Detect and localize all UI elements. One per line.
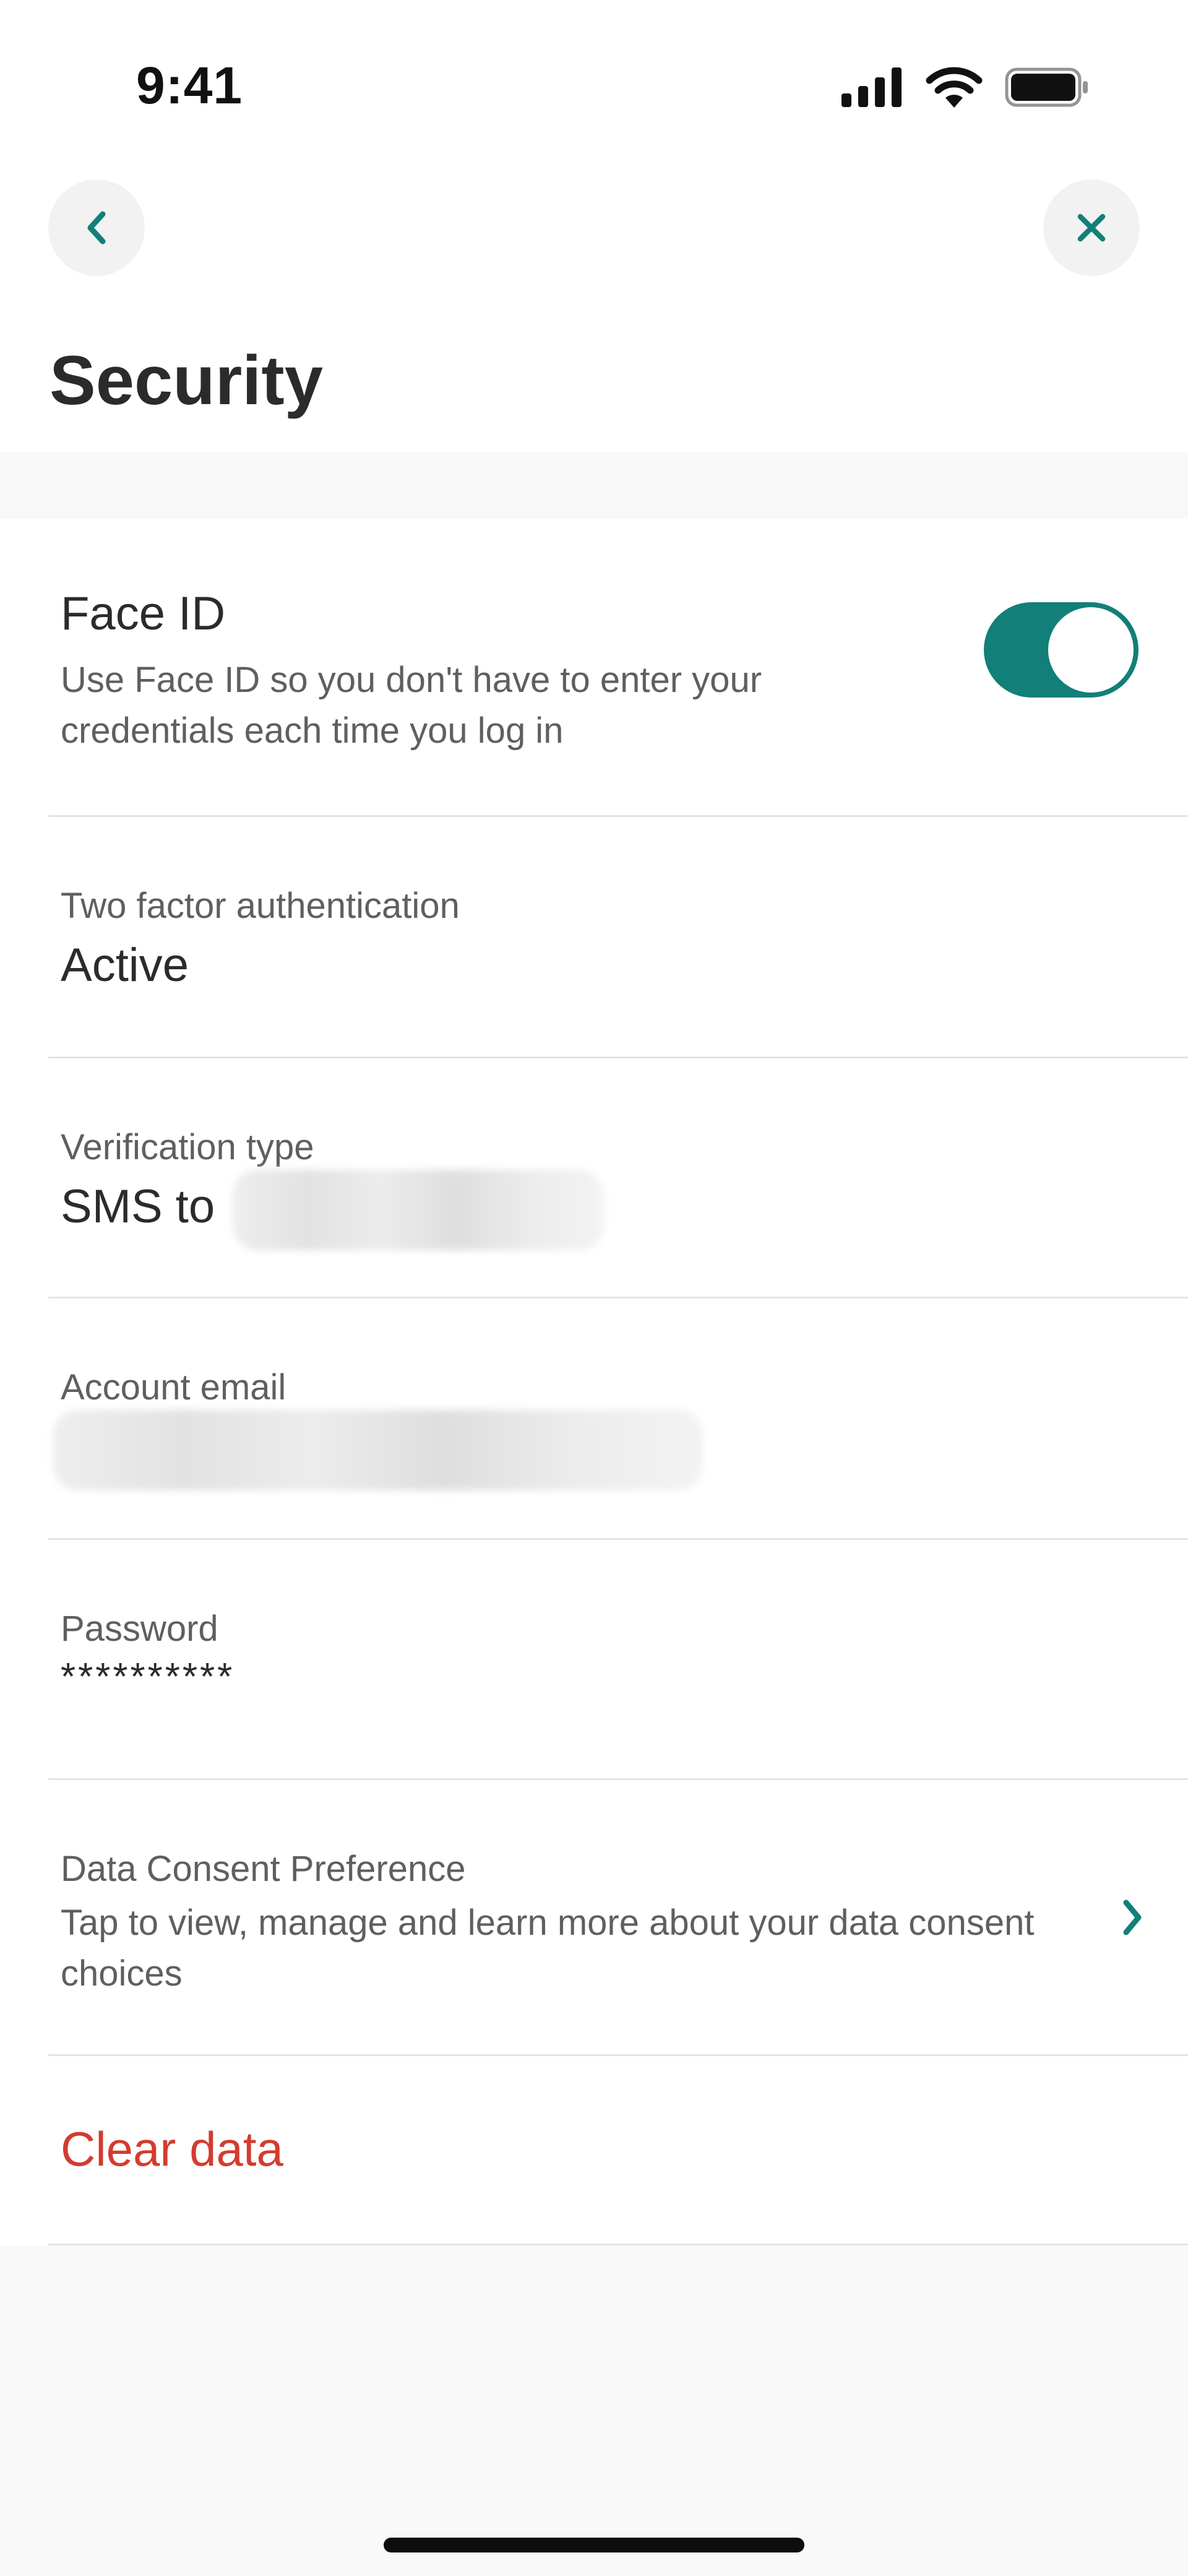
status-time: 9:41 — [136, 56, 243, 115]
face-id-title: Face ID — [61, 587, 226, 640]
password-label: Password — [61, 1609, 218, 1649]
security-screen: 9:41 Security Face ID Use Face ID so you… — [0, 0, 1188, 2576]
two-factor-label: Two factor authentication — [61, 886, 460, 926]
redacted-email — [53, 1410, 703, 1490]
verification-type-row: Verification type SMS to — [48, 1058, 1188, 1299]
status-icons — [842, 67, 1089, 108]
verification-type-label: Verification type — [61, 1127, 314, 1167]
account-email-label: Account email — [61, 1367, 286, 1407]
toggle-knob — [1048, 607, 1134, 693]
redacted-phone-number — [233, 1170, 604, 1250]
two-factor-row: Two factor authentication Active — [48, 817, 1188, 1058]
nav-header: Security — [0, 155, 1188, 452]
section-gap — [0, 452, 1188, 519]
face-id-row: Face ID Use Face ID so you don't have to… — [48, 519, 1188, 817]
clear-data-row: Clear data — [48, 2056, 1188, 2245]
data-consent-description: Tap to view, manage and learn more about… — [61, 1903, 1035, 1994]
wifi-icon — [926, 67, 983, 108]
face-id-description: Use Face ID so you don't have to enter y… — [61, 660, 762, 751]
close-button[interactable] — [1043, 179, 1140, 276]
chevron-right-icon — [1123, 1900, 1142, 1935]
clear-data-button[interactable]: Clear data — [61, 2121, 283, 2177]
data-consent-row[interactable]: Data Consent Preference Tap to view, man… — [48, 1780, 1188, 2056]
data-consent-label: Data Consent Preference — [61, 1849, 466, 1889]
cellular-signal-icon — [842, 67, 902, 107]
face-id-toggle[interactable] — [984, 602, 1138, 698]
battery-icon — [1005, 67, 1088, 107]
chevron-left-icon — [87, 211, 106, 244]
back-button[interactable] — [48, 179, 145, 276]
verification-type-value: SMS to — [61, 1180, 215, 1233]
password-value: ********** — [61, 1656, 235, 1698]
home-indicator — [384, 2538, 804, 2552]
security-settings-list: Face ID Use Face ID so you don't have to… — [0, 519, 1188, 2245]
close-icon — [1077, 214, 1106, 242]
status-bar: 9:41 — [0, 0, 1188, 155]
account-email-row: Account email — [48, 1299, 1188, 1540]
password-row: Password ********** — [48, 1540, 1188, 1780]
page-title: Security — [50, 342, 323, 419]
two-factor-value: Active — [61, 939, 189, 992]
